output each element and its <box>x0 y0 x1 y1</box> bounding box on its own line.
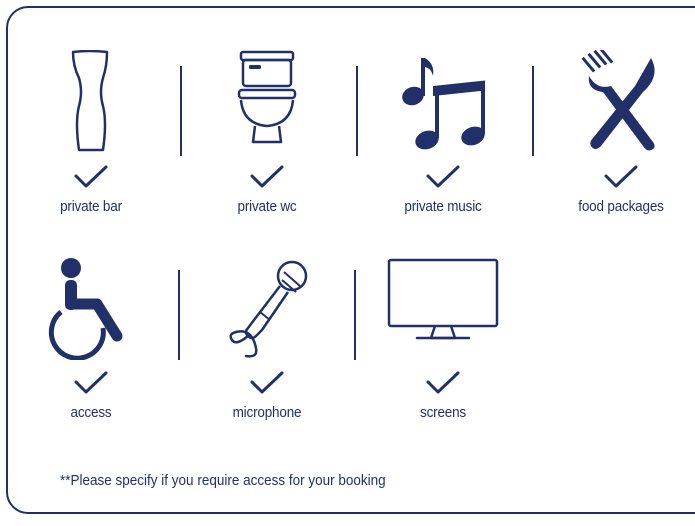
music-notes-icon <box>368 50 518 170</box>
check-icon <box>192 164 342 194</box>
pint-glass-icon <box>16 50 166 170</box>
divider <box>532 66 534 156</box>
check-icon <box>16 164 166 194</box>
amenity-label: screens <box>419 404 467 421</box>
toilet-icon <box>192 50 342 170</box>
check-icon <box>368 370 518 400</box>
check-icon <box>546 164 695 194</box>
amenity-label: food packages <box>578 198 664 215</box>
amenity-label: private bar <box>60 198 122 215</box>
amenity-label: access <box>70 404 112 421</box>
divider <box>354 270 356 360</box>
check-icon <box>192 370 342 400</box>
divider <box>180 66 182 156</box>
divider <box>356 66 358 156</box>
monitor-icon <box>368 256 518 376</box>
microphone-icon <box>192 256 342 376</box>
amenity-label: private wc <box>237 198 297 215</box>
amenity-label: microphone <box>232 404 302 421</box>
check-icon <box>368 164 518 194</box>
divider <box>178 270 180 360</box>
amenity-label: private music <box>404 198 482 215</box>
access-note: **Please specify if you require access f… <box>60 472 386 489</box>
fork-knife-icon <box>546 50 695 170</box>
wheelchair-icon <box>16 256 166 376</box>
check-icon <box>16 370 166 400</box>
